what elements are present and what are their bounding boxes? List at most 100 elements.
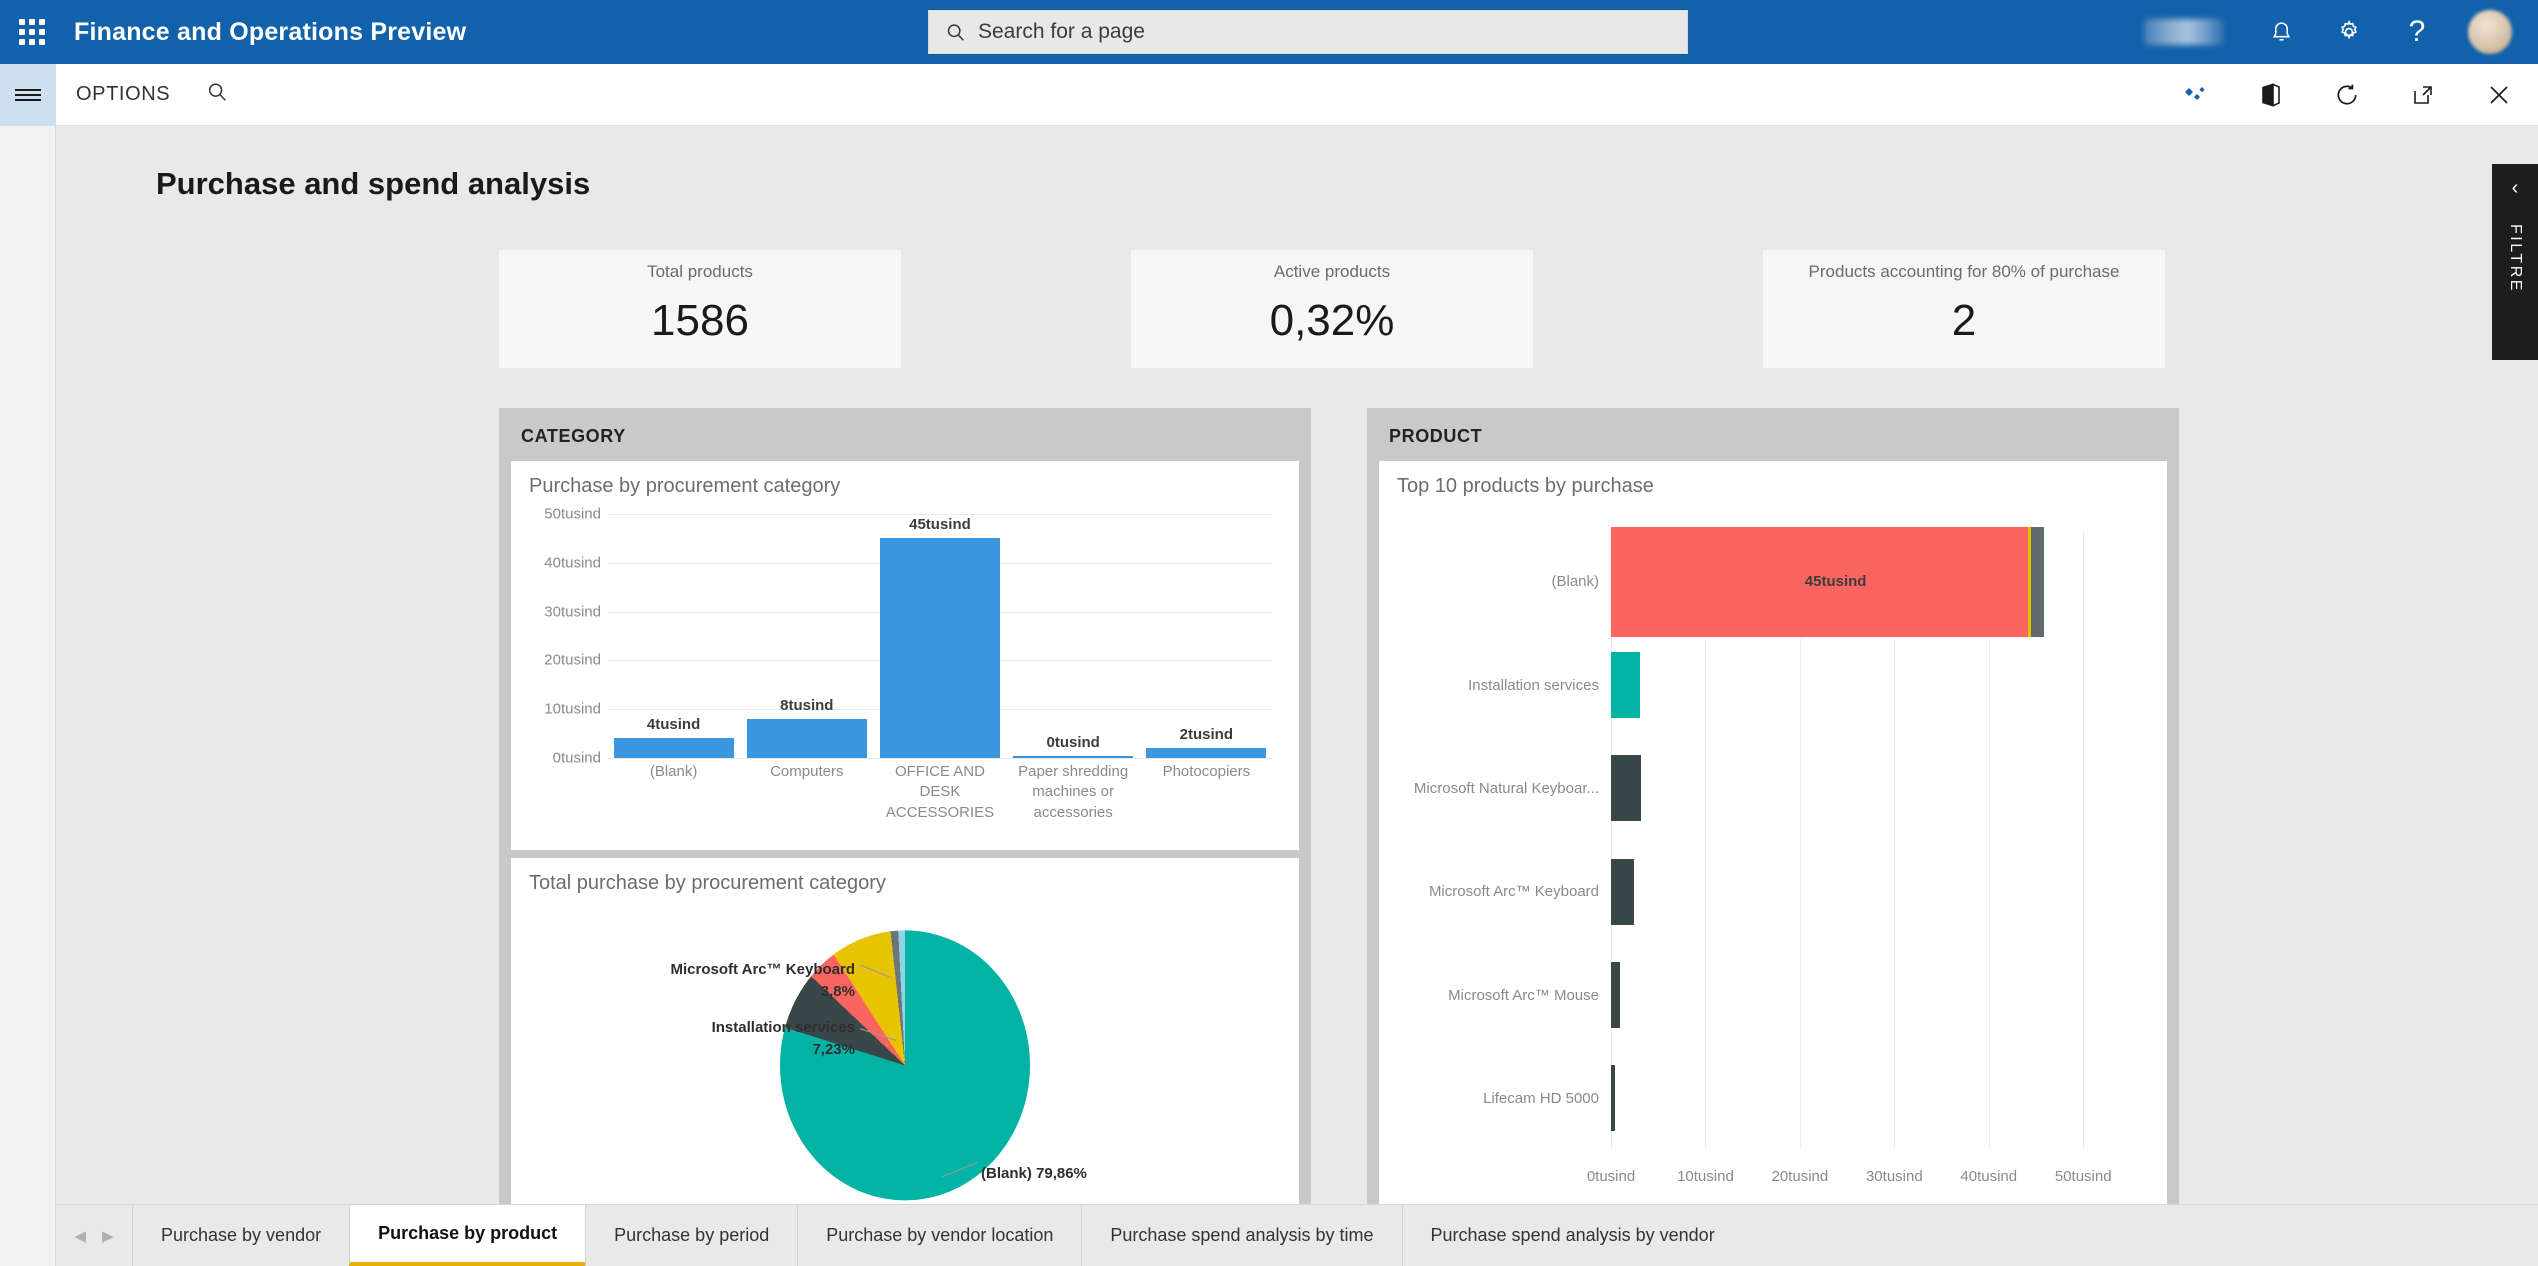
kpi-label: Products accounting for 80% of purchase (1808, 262, 2120, 281)
category-panel-header: CATEGORY (521, 426, 626, 446)
bar[interactable] (1013, 756, 1134, 758)
bar[interactable] (1611, 962, 1620, 1028)
bar-data-label: 4tusind (646, 716, 701, 734)
pie-callout-installation-services: Installation services 7,23% (711, 1019, 855, 1058)
hamburger-menu-icon[interactable] (0, 63, 56, 126)
bar-column[interactable]: 4tusind (613, 514, 734, 758)
pie-chart: Microsoft Arc™ Keyboard 3,8% Installatio… (529, 901, 1281, 1219)
y-axis-tick-label: Microsoft Natural Keyboar... (1413, 779, 1599, 797)
chart-title: Total purchase by procurement category (529, 872, 886, 894)
x-axis-tick-label: 20tusind (1771, 1168, 1829, 1185)
purchase-by-procurement-category-chart[interactable]: Purchase by procurement category 4tusind… (511, 461, 1299, 850)
chevron-left-small-icon[interactable]: ◀ (74, 1227, 86, 1245)
app-launcher-icon[interactable] (0, 0, 64, 64)
x-axis-tick-label: 0tusind (1586, 1168, 1636, 1185)
chevron-left-icon: ‹ (2511, 177, 2519, 199)
toolbar-right-actions (2180, 80, 2514, 110)
workspace: Purchase and spend analysis Total produc… (0, 126, 2538, 1266)
y-axis-tick-label: Installation services (1468, 676, 1599, 694)
settings-gear-icon[interactable] (2332, 15, 2366, 49)
x-axis-tick-label: 30tusind (1865, 1168, 1923, 1185)
kpi-value: 2 (1951, 296, 1977, 345)
chevron-right-small-icon[interactable]: ▶ (102, 1227, 114, 1245)
bar[interactable] (746, 718, 867, 758)
report-tab-bar: ◀ ▶ Purchase by vendor Purchase by produc… (56, 1204, 2538, 1266)
x-axis-tick-label: 50tusind (2054, 1168, 2112, 1185)
bar-segment[interactable] (2031, 526, 2044, 637)
chart-bars: 4tusind 8tusind 45tusind 0tusind 2tusind (607, 514, 1273, 758)
bar-row[interactable]: Microsoft Natural Keyboar... (1414, 755, 2121, 822)
toolbar-search-icon[interactable] (206, 81, 228, 108)
bar-row[interactable]: Microsoft Arc™ Mouse (1448, 962, 2121, 1028)
bar-row[interactable]: Lifecam HD 5000 (1483, 1065, 2121, 1132)
x-axis-tick-labels: 0tusind 10tusind 20tusind 30tusind 40tusind 5… (1587, 1168, 2121, 1188)
bar[interactable] (1611, 858, 1634, 925)
category-panel: CATEGORY Purchase by procurement categor… (499, 408, 1311, 1247)
x-axis-tick-label: Computers (770, 763, 844, 780)
kpi-card-total-products[interactable]: Total products 1586 (499, 250, 901, 368)
bar-data-label: 45tusind (1804, 573, 1867, 591)
bar-column[interactable]: 0tusind (1013, 514, 1134, 758)
report-tab[interactable]: Purchase by period (585, 1205, 798, 1266)
report-tab[interactable]: Purchase spend analysis by time (1081, 1205, 1402, 1266)
open-in-new-window-icon[interactable] (2408, 80, 2438, 110)
left-navigation-rail (0, 126, 56, 1266)
bar[interactable] (1611, 755, 1642, 822)
bar-column[interactable]: 45tusind (880, 514, 1000, 758)
report-tab[interactable]: Purchase by product (349, 1205, 586, 1266)
bar-data-label: 0tusind (1046, 734, 1100, 751)
product-panel: PRODUCT Top 10 products by purchase (Bla… (1367, 408, 2179, 1247)
bar-data-label: 45tusind (909, 516, 971, 534)
refresh-icon[interactable] (2332, 80, 2362, 110)
bar[interactable] (613, 738, 734, 758)
y-axis-tick-label: (Blank) (1551, 573, 1599, 591)
bar[interactable] (1611, 1065, 1616, 1132)
chart-title: Purchase by procurement category (529, 475, 841, 497)
bar-row[interactable]: Installation services (1468, 652, 2121, 718)
power-bi-icon[interactable] (2180, 80, 2210, 110)
top-nav-actions: ? (2144, 0, 2524, 64)
close-icon[interactable] (2484, 80, 2514, 110)
y-axis-tick-label: Microsoft Arc™ Mouse (1448, 986, 1599, 1004)
bar[interactable] (1611, 652, 1641, 718)
y-axis-tick-label: 40tusind (544, 554, 601, 572)
kpi-card-active-products[interactable]: Active products 0,32% (1131, 250, 1533, 368)
options-button[interactable]: OPTIONS (76, 83, 170, 106)
gridline (607, 758, 1273, 759)
total-purchase-by-procurement-category-chart[interactable]: Total purchase by procurement category M… (511, 858, 1299, 1233)
bar[interactable] (1146, 748, 1267, 758)
top-navigation-bar: Finance and Operations Preview Search fo… (0, 0, 2538, 64)
bar-column[interactable]: 8tusind (746, 514, 867, 758)
kpi-value: 1586 (651, 296, 749, 345)
help-question-icon[interactable]: ? (2400, 15, 2434, 49)
kpi-card-products-80-percent[interactable]: Products accounting for 80% of purchase … (1763, 250, 2165, 368)
bar-data-label: 8tusind (780, 696, 834, 714)
office-app-icon[interactable] (2256, 80, 2286, 110)
kpi-card-row: Total products 1586 Active products 0,32… (499, 250, 2538, 368)
kpi-label: Active products (1273, 262, 1391, 281)
bar-row[interactable]: Microsoft Arc™ Keyboard (1429, 858, 2121, 925)
bar[interactable] (880, 538, 1000, 758)
y-axis-tick-label: 50tusind (544, 505, 601, 523)
bar-column[interactable]: 2tusind (1146, 514, 1267, 758)
y-axis-tick-label: 30tusind (544, 603, 601, 621)
x-axis-tick-labels: (Blank) Computers OFFICE AND DESK ACCESSOR… (607, 762, 1273, 836)
pie-callout-arc-keyboard: Microsoft Arc™ Keyboard 3,8% (670, 961, 855, 1000)
kpi-value: 0,32% (1269, 296, 1395, 345)
product-panel-header: PRODUCT (1389, 426, 1483, 446)
x-axis-tick-label: Paper shredding machines or accessories (1018, 763, 1129, 821)
bar-row[interactable]: (Blank) 45tusind (1551, 526, 2121, 637)
bar-data-label: 2tusind (1179, 726, 1234, 744)
global-search-box[interactable]: Search for a page (928, 10, 1688, 54)
user-avatar[interactable] (2468, 10, 2512, 54)
report-tab[interactable]: Purchase spend analysis by vendor (1401, 1205, 1743, 1266)
top-10-products-by-purchase-chart[interactable]: Top 10 products by purchase (Blank) 45tus… (1379, 461, 2167, 1218)
notifications-bell-icon[interactable] (2264, 15, 2298, 49)
chart-panels: CATEGORY Purchase by procurement categor… (499, 408, 2538, 1247)
filter-pane-label: FILTRE (2507, 224, 2524, 293)
filter-pane-toggle[interactable]: ‹ FILTRE (2492, 164, 2538, 360)
report-tab[interactable]: Purchase by vendor location (797, 1205, 1082, 1266)
report-content: Purchase and spend analysis Total produc… (56, 126, 2538, 1266)
report-tab[interactable]: Purchase by vendor (132, 1205, 350, 1266)
pie-callout-blank: (Blank) 79,86% (981, 1165, 1087, 1182)
